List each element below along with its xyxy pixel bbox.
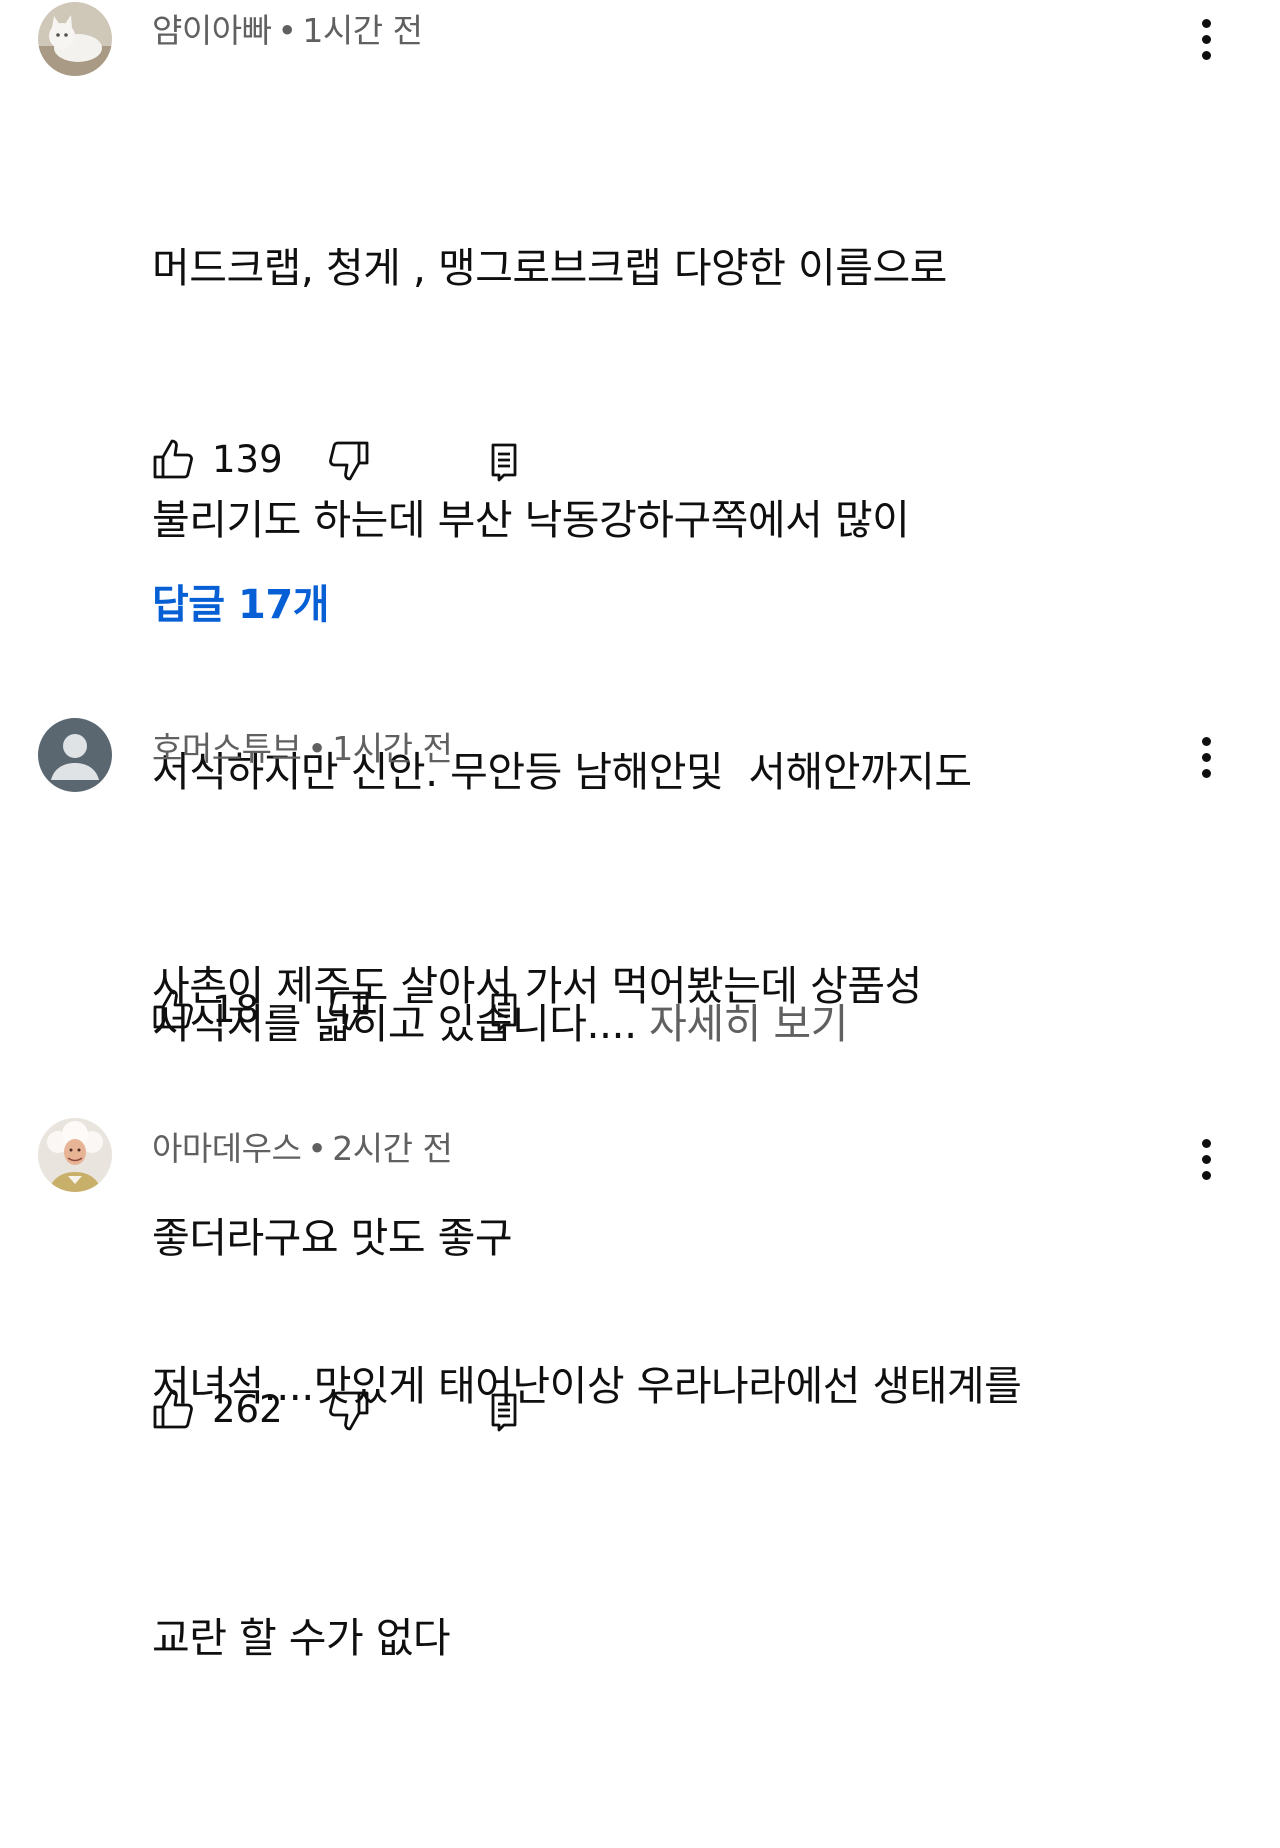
author-name[interactable]: 얌이아빠 [152,11,272,50]
meta-separator: • [277,11,297,50]
more-vert-icon [1201,736,1211,746]
more-vert-icon [1201,18,1211,28]
dislike-button[interactable] [324,986,372,1034]
author-avatar[interactable] [38,2,112,76]
thumb-up-icon [153,439,193,479]
like-count: 262 [212,1388,283,1431]
comment-actions: 262 [150,1386,550,1434]
comment-time[interactable]: 1시간 전 [302,11,423,50]
like-count: 18 [212,988,260,1031]
author-avatar[interactable] [38,1118,112,1192]
thumb-down-icon [329,1391,369,1431]
default-person-avatar-icon [38,718,112,792]
thumb-up-icon [153,1389,193,1429]
comment-line: 불리기도 하는데 부산 낙동강하구쪽에서 많이 [152,496,910,544]
view-replies-link[interactable]: 답글 17개 [152,572,330,630]
like-button[interactable] [150,1386,198,1434]
author-name[interactable]: 아마데우스 [152,1129,302,1168]
comment-meta: 호머스튜브 • 1시간 전 [152,722,453,770]
wig-person-avatar-icon [38,1118,112,1192]
meta-separator: • [307,729,327,768]
comment-actions: 139 [150,436,550,484]
more-options-button[interactable] [1186,14,1226,64]
author-avatar[interactable] [38,718,112,792]
reply-button[interactable] [480,1386,528,1434]
reply-button[interactable] [480,436,528,484]
reply-button[interactable] [480,986,528,1034]
comment-text: 저녀석....맛있게 태어난이상 우라나라에선 생태계를 교란 할 수가 없다 [152,1176,1212,1848]
comment-meta: 아마데우스 • 2시간 전 [152,1122,453,1170]
thumb-down-icon [329,991,369,1031]
like-button[interactable] [150,986,198,1034]
reply-icon [491,1393,517,1432]
like-count: 139 [212,438,283,481]
like-button[interactable] [150,436,198,484]
comment-time[interactable]: 1시간 전 [332,729,453,768]
dislike-button[interactable] [324,436,372,484]
thumb-up-icon [153,989,193,1029]
comment-line: 교란 할 수가 없다 [152,1614,451,1662]
author-name[interactable]: 호머스튜브 [152,729,302,768]
more-options-button[interactable] [1186,732,1226,782]
comment-meta: 얌이아빠 • 1시간 전 [152,4,423,52]
comment-actions: 18 [150,986,550,1034]
comment-time[interactable]: 2시간 전 [332,1129,453,1168]
meta-separator: • [307,1129,327,1168]
cat-avatar-icon [38,2,112,76]
reply-icon [491,443,517,482]
reply-icon [491,993,517,1032]
dislike-button[interactable] [324,1386,372,1434]
thumb-down-icon [329,441,369,481]
comment-line: 머드크랩, 청게 , 맹그로브크랩 다양한 이름으로 [152,244,947,292]
more-vert-icon [1201,1138,1211,1148]
